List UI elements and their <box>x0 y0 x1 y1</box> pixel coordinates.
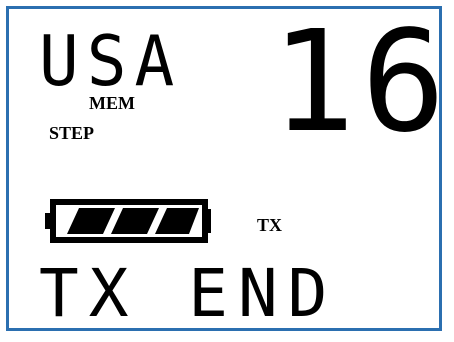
region-code: USA <box>39 20 183 102</box>
channel-number: 16 <box>271 1 452 164</box>
step-label: STEP <box>49 123 95 143</box>
message-line: TX END <box>39 255 338 332</box>
battery-bar-3 <box>155 208 199 234</box>
battery-icon <box>45 199 211 243</box>
mem-label: MEM <box>89 93 135 113</box>
lcd-display-frame: USA MEM STEP 16 TX TX END <box>6 6 446 332</box>
battery-bar-2 <box>111 208 159 234</box>
battery-bars <box>67 208 199 234</box>
battery-bar-1 <box>67 208 115 234</box>
tx-indicator: TX <box>257 215 283 235</box>
